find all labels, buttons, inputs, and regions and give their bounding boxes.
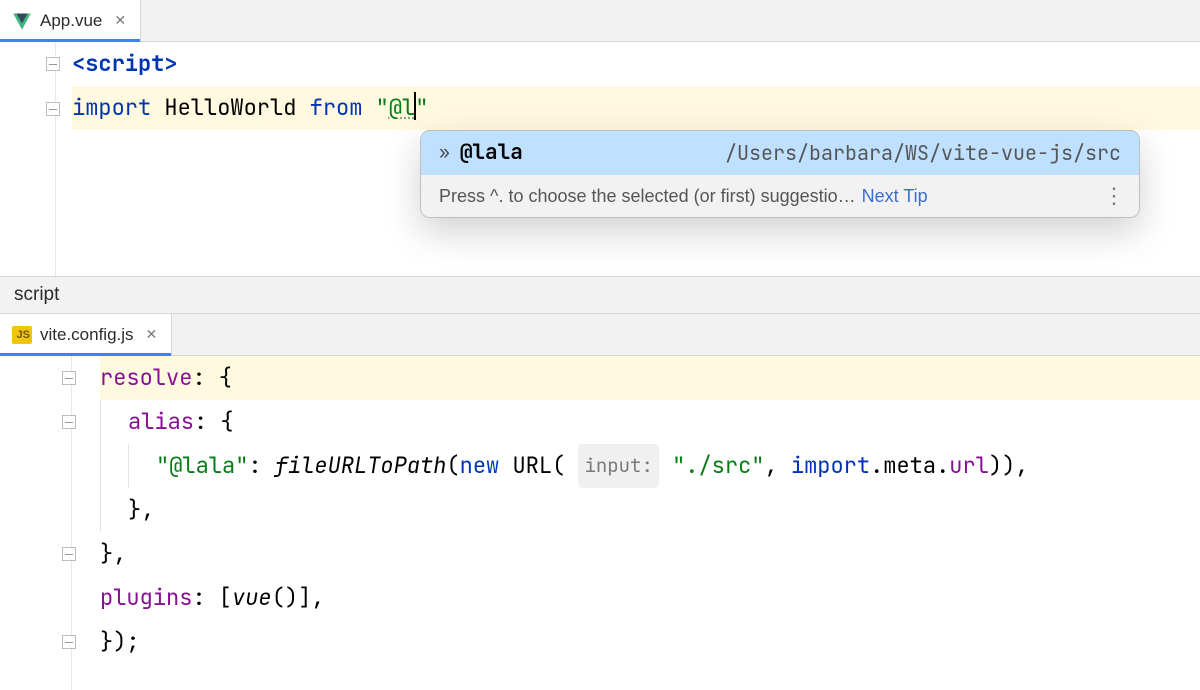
prop-alias: alias <box>128 400 194 444</box>
string-quote-close: " <box>415 86 428 130</box>
kw-import: import <box>72 86 151 130</box>
breadcrumb-bar[interactable]: script <box>0 276 1200 314</box>
tab-bar-bottom: JS vite.config.js ✕ <box>0 314 1200 356</box>
tab-vite-config[interactable]: JS vite.config.js ✕ <box>0 314 172 355</box>
gutter <box>0 356 72 690</box>
text-caret <box>414 92 416 120</box>
fold-handle-icon[interactable] <box>46 57 60 71</box>
ident-helloworld: HelloWorld <box>164 86 296 130</box>
vue-icon <box>12 11 32 31</box>
kw-from: from <box>310 86 363 130</box>
fold-handle-icon[interactable] <box>62 547 76 561</box>
autocomplete-footer: Press ^. to choose the selected (or firs… <box>421 175 1139 217</box>
script-open-tag: <script> <box>72 42 178 86</box>
string-quote-open: " <box>376 86 389 130</box>
autocomplete-popup: » @lala /Users/barbara/WS/vite-vue-js/sr… <box>420 130 1140 218</box>
autocomplete-item-name: @lala <box>460 131 523 175</box>
tab-bar-top: App.vue ✕ <box>0 0 1200 42</box>
code-line[interactable]: <script> <box>72 42 1200 86</box>
autocomplete-item[interactable]: » @lala /Users/barbara/WS/vite-vue-js/sr… <box>421 131 1139 175</box>
close-icon[interactable]: ✕ <box>146 326 158 343</box>
code-line[interactable]: plugins: [vue()], <box>100 576 1200 620</box>
tab-filename: vite.config.js <box>40 325 134 345</box>
editor-app-vue[interactable]: <script> import HelloWorld from "@l" » @… <box>0 42 1200 276</box>
fold-handle-icon[interactable] <box>62 635 76 649</box>
gutter <box>0 42 56 276</box>
fold-handle-icon[interactable] <box>62 371 76 385</box>
js-icon: JS <box>12 325 32 345</box>
code-line[interactable]: alias: { <box>100 400 1200 444</box>
fold-handle-icon[interactable] <box>46 102 60 116</box>
autocomplete-hint: Press ^. to choose the selected (or firs… <box>439 174 856 218</box>
inlay-hint: input: <box>578 444 658 488</box>
code-line[interactable]: }, <box>100 488 1200 532</box>
tab-filename: App.vue <box>40 11 102 31</box>
chevron-right-icon: » <box>439 131 450 175</box>
fold-handle-icon[interactable] <box>62 415 76 429</box>
code-line[interactable]: }, <box>100 532 1200 576</box>
next-tip-link[interactable]: Next Tip <box>862 174 928 218</box>
alias-key: "@lala" <box>156 444 248 488</box>
fn-fileURLToPath: fileURLToPath <box>275 444 447 488</box>
prop-resolve: resolve <box>100 356 192 400</box>
code-line[interactable]: }); <box>100 620 1200 664</box>
typed-path: @l <box>389 86 415 130</box>
tab-app-vue[interactable]: App.vue ✕ <box>0 0 141 41</box>
autocomplete-item-path: /Users/barbara/WS/vite-vue-js/src <box>725 131 1121 175</box>
editor-vite-config[interactable]: resolve: { alias: { "@lala": fileURLToPa… <box>0 356 1200 690</box>
code-line[interactable]: resolve: { <box>100 356 1200 400</box>
prop-plugins: plugins <box>100 576 192 620</box>
code-line[interactable]: "@lala": fileURLToPath(new URL( input: "… <box>100 444 1200 488</box>
code-line-active[interactable]: import HelloWorld from "@l" <box>72 86 1200 130</box>
close-icon[interactable]: ✕ <box>114 12 126 29</box>
breadcrumb-item[interactable]: script <box>14 284 59 306</box>
ide-root: App.vue ✕ <script> import HelloWorld fro… <box>0 0 1200 690</box>
